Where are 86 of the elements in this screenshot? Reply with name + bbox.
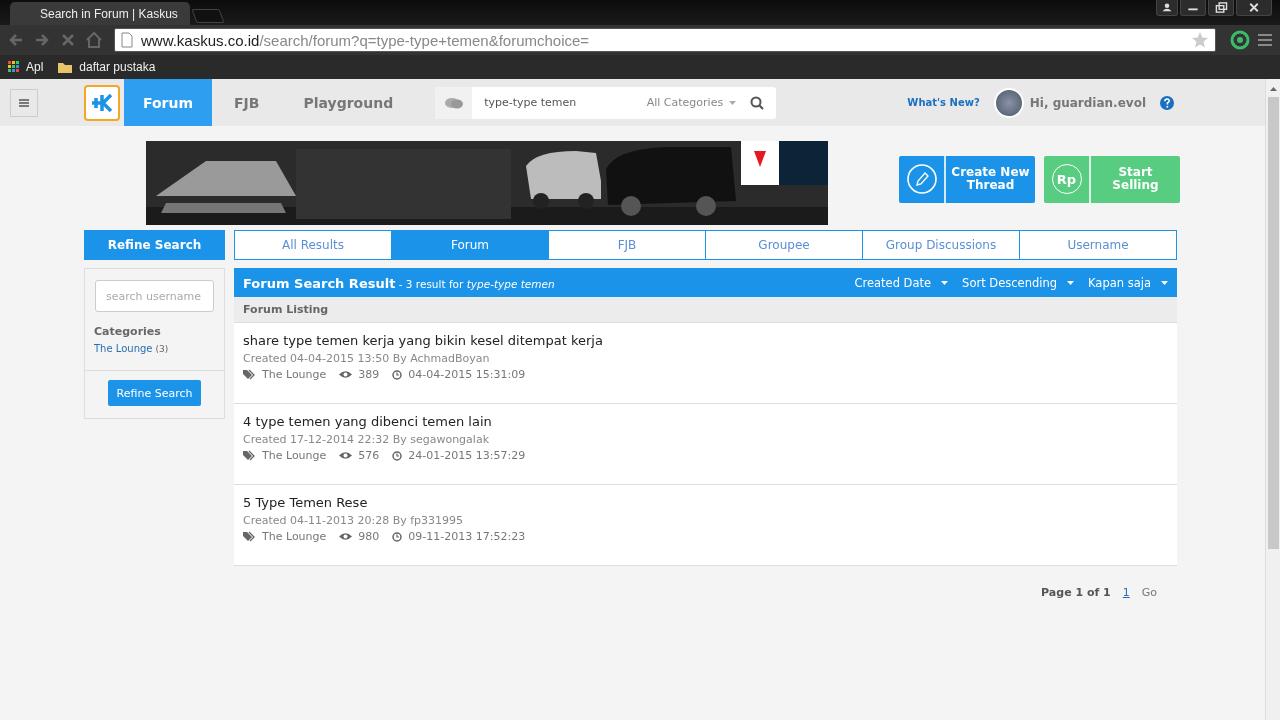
help-icon: [1160, 95, 1174, 110]
filter-tab[interactable]: Group Discussions: [862, 231, 1019, 259]
action-button[interactable]: Create New Thread: [899, 155, 1035, 203]
thread-category[interactable]: The Lounge: [262, 449, 327, 462]
extension-icon: [1230, 30, 1250, 50]
new-tab-button[interactable]: [191, 9, 225, 23]
star-icon: [1191, 31, 1209, 49]
page-link[interactable]: 1: [1122, 586, 1130, 599]
last-post-time: 09-11-2013 17:52:23: [408, 530, 526, 543]
close-icon: [1236, 0, 1272, 16]
go-link[interactable]: Go: [1141, 586, 1157, 599]
thread-category[interactable]: The Lounge: [262, 530, 327, 543]
thread-title-link[interactable]: 4 type temen yang dibenci temen lain: [243, 414, 1168, 429]
pencil-icon: [906, 164, 937, 194]
thread-title-link[interactable]: share type temen kerja yang bikin kesel ditempat kerja: [243, 333, 1168, 348]
browser-tab[interactable]: Search in Forum | Kaskus: [10, 2, 190, 25]
filter-tab[interactable]: Username: [1019, 231, 1176, 259]
action-button[interactable]: Rp Start Selling: [1044, 155, 1180, 203]
page-label: Page 1 of 1: [1041, 586, 1111, 599]
url-text: www.kaskus.co.id/search/forum?q=type-type+temen&forumchoice=: [141, 31, 591, 49]
page-icon: [121, 32, 133, 48]
nav-tab[interactable]: FJB: [212, 79, 282, 126]
thread-category[interactable]: The Lounge: [262, 368, 327, 381]
filter-tab[interactable]: All Results: [235, 231, 391, 259]
scroll-up-icon: [1269, 87, 1277, 91]
eye-icon: [339, 451, 353, 460]
refine-search-button[interactable]: Refine Search: [108, 380, 201, 406]
clock-icon: [392, 531, 403, 542]
menu-button[interactable]: [10, 88, 38, 117]
minimize-icon: [1180, 0, 1206, 16]
caret-icon: [1161, 280, 1168, 285]
scrollbar[interactable]: [1265, 79, 1280, 720]
menu-icon: [19, 98, 29, 107]
sort-dropdown[interactable]: Kapan saja: [1088, 275, 1168, 290]
sidebar-title: Refine Search: [84, 230, 225, 260]
tag-icon: [243, 369, 256, 380]
logo-icon: [84, 84, 120, 121]
avatar[interactable]: [993, 87, 1024, 118]
thread-meta: Created 17-12-2014 22:32 By segawongalak: [243, 433, 490, 446]
address-bar[interactable]: www.kaskus.co.id/search/forum?q=type-type+temen&forumchoice=: [114, 28, 1216, 52]
filter-tab[interactable]: Forum: [391, 231, 548, 259]
clock-icon: [392, 369, 403, 380]
tag-icon: [243, 531, 256, 542]
thread-meta: Created 04-11-2013 20:28 By fp331995: [243, 514, 465, 527]
thread-title-link[interactable]: 5 Type Temen Rese: [243, 495, 1168, 510]
whats-new-link[interactable]: What's New?: [907, 97, 980, 108]
caret-icon: [1067, 280, 1075, 285]
view-count: 980: [358, 530, 380, 543]
caret-icon: [729, 100, 737, 105]
listing-heading: Forum Listing: [234, 297, 1177, 323]
categories-heading: Categories: [94, 325, 162, 338]
search-icon: [750, 95, 765, 110]
chat-icon: [444, 96, 463, 109]
nav-tab[interactable]: Playground: [281, 79, 416, 126]
clock-icon: [392, 450, 403, 461]
sort-dropdown[interactable]: Created Date: [854, 275, 949, 290]
caret-icon: [941, 280, 949, 285]
filter-tab[interactable]: Groupee: [705, 231, 862, 259]
view-count: 389: [358, 368, 380, 381]
scrollbar-thumb[interactable]: [1267, 97, 1279, 549]
bookmark-item[interactable]: Apl: [8, 60, 44, 74]
last-post-time: 24-01-2015 13:57:29: [408, 449, 526, 462]
filter-tab[interactable]: FJB: [548, 231, 705, 259]
category-link[interactable]: The Lounge: [94, 343, 153, 354]
category-dropdown[interactable]: All Categories: [646, 96, 745, 109]
greeting[interactable]: Hi, guardian.evol: [1029, 95, 1146, 110]
thread-meta: Created 04-04-2015 13:50 By AchmadBoyan: [243, 352, 491, 365]
eye-icon: [339, 532, 353, 541]
menu-icon: [1256, 32, 1274, 48]
view-count: 576: [358, 449, 380, 462]
category-count: (3): [155, 344, 169, 354]
tag-icon: [243, 450, 256, 461]
results-summary: - 3 result for type-type temen: [397, 278, 555, 290]
bookmark-item[interactable]: daftar pustaka: [57, 60, 156, 74]
folder-icon: [57, 60, 74, 74]
nav-tab[interactable]: Forum: [124, 79, 212, 126]
last-post-time: 04-04-2015 15:31:09: [408, 368, 526, 381]
eye-icon: [339, 370, 353, 379]
apps-icon: [8, 61, 20, 73]
results-title: Forum Search Result: [243, 276, 396, 291]
user-icon: [1156, 0, 1178, 16]
home-icon: [84, 30, 104, 50]
username-field[interactable]: search username: [95, 280, 214, 312]
sort-dropdown[interactable]: Sort Descending: [962, 275, 1075, 290]
search-type-button[interactable]: [435, 86, 473, 119]
restore-icon: [1208, 0, 1234, 16]
